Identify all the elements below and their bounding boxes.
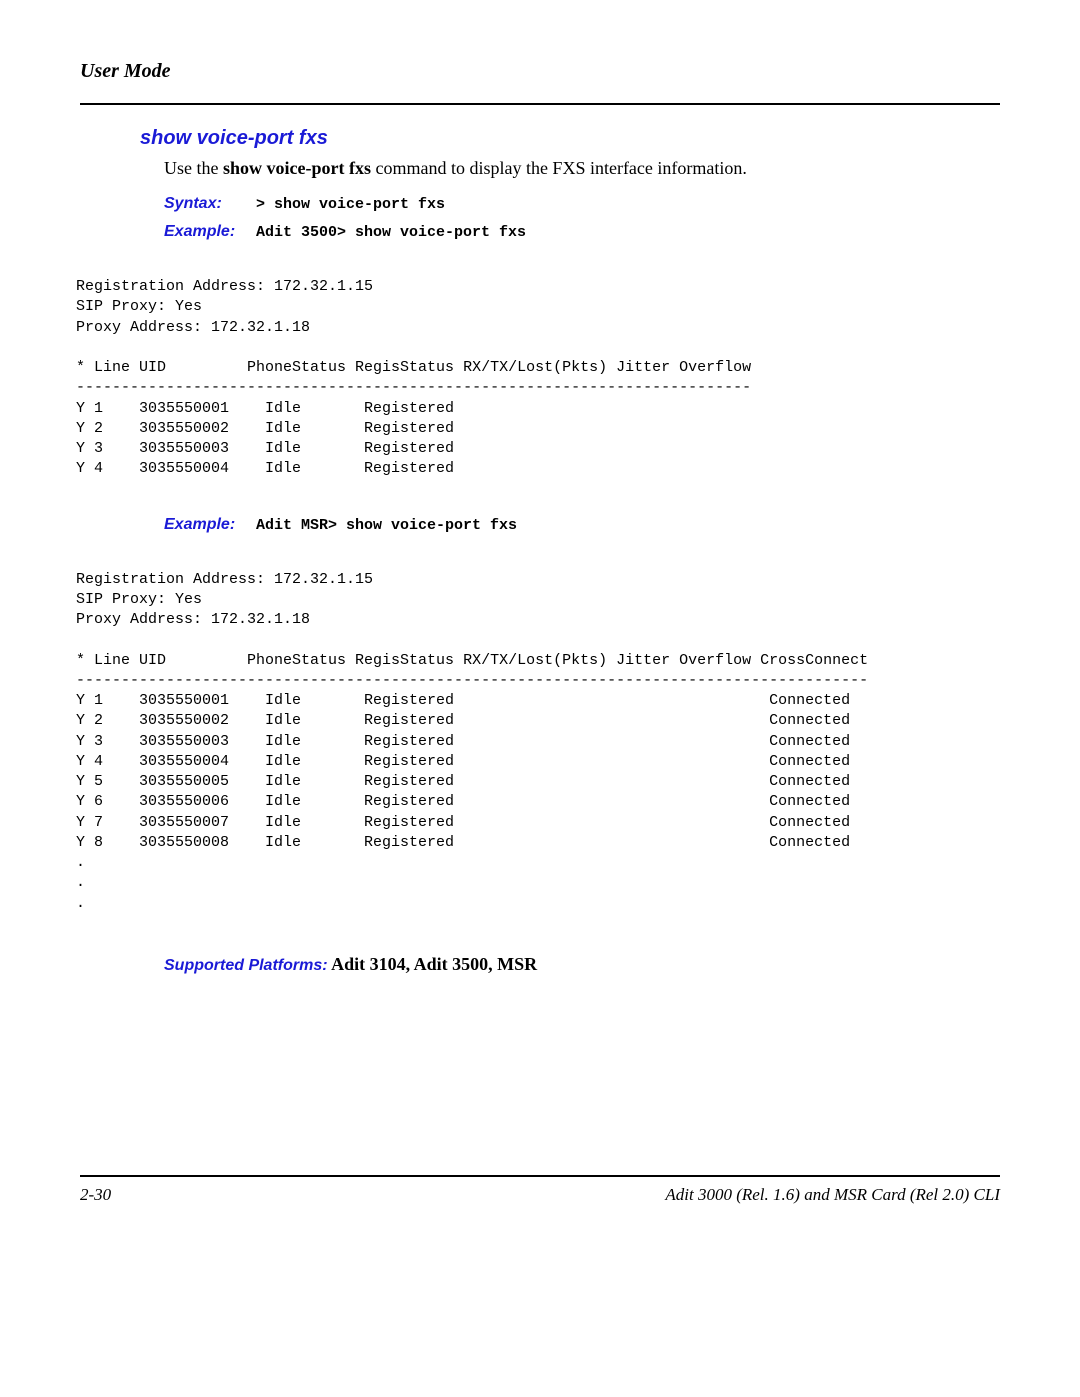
example1-value: Adit 3500> show voice-port fxs xyxy=(256,224,526,241)
syntax-line: Syntax:> show voice-port fxs xyxy=(164,195,1000,213)
example2-label: Example: xyxy=(164,516,256,534)
footer-doc-title: Adit 3000 (Rel. 1.6) and MSR Card (Rel 2… xyxy=(665,1185,1000,1205)
section-title: show voice-port fxs xyxy=(140,127,1000,150)
desc-post: command to display the FXS interface inf… xyxy=(371,158,747,178)
syntax-label: Syntax: xyxy=(164,195,256,213)
example2-line: Example:Adit MSR> show voice-port fxs xyxy=(164,516,1000,534)
example2-value: Adit MSR> show voice-port fxs xyxy=(256,517,517,534)
syntax-value: > show voice-port fxs xyxy=(256,196,445,213)
page-header: User Mode xyxy=(80,60,1000,95)
supported-label: Supported Platforms: xyxy=(164,957,328,974)
desc-cmd: show voice-port fxs xyxy=(223,158,371,178)
header-rule xyxy=(80,103,1000,105)
cli-output-2: Registration Address: 172.32.1.15 SIP Pr… xyxy=(76,570,1000,914)
desc-pre: Use the xyxy=(164,158,223,178)
page-footer: 2-30 Adit 3000 (Rel. 1.6) and MSR Card (… xyxy=(80,1183,1000,1205)
section-description: Use the show voice-port fxs command to d… xyxy=(164,158,1000,179)
supported-platforms-line: Supported Platforms: Adit 3104, Adit 350… xyxy=(164,954,1000,975)
supported-value: Adit 3104, Adit 3500, MSR xyxy=(328,954,538,974)
footer-rule xyxy=(80,1175,1000,1177)
example1-label: Example: xyxy=(164,223,256,241)
cli-output-1: Registration Address: 172.32.1.15 SIP Pr… xyxy=(76,277,1000,480)
footer-page-number: 2-30 xyxy=(80,1185,111,1205)
example1-line: Example:Adit 3500> show voice-port fxs xyxy=(164,223,1000,241)
